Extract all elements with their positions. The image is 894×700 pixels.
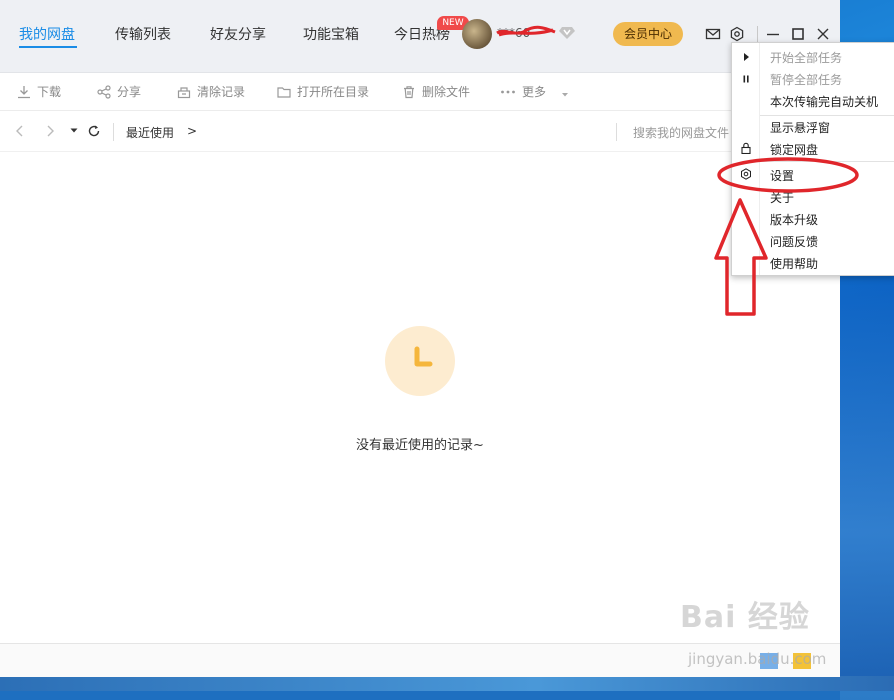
forward-arrow-icon[interactable] — [44, 124, 56, 138]
back-arrow-icon[interactable] — [14, 124, 26, 138]
folder-icon — [277, 87, 291, 98]
menu-item-start-all[interactable]: 开始全部任务 — [770, 49, 842, 66]
tab-transfer-list[interactable]: 传输列表 — [115, 24, 171, 44]
clock-icon — [414, 346, 433, 367]
refresh-icon[interactable] — [87, 124, 101, 138]
settings-gear-icon[interactable] — [729, 26, 745, 42]
open-folder-button[interactable]: 打开所在目录 — [277, 83, 369, 100]
file-toolbar: 下载 分享 清除记录 打开所在目录 删除文件 更多 — [0, 72, 840, 111]
path-bar: 最近使用 > 搜索我的网盘文件 — [0, 111, 840, 152]
breadcrumb[interactable]: 最近使用 — [126, 124, 174, 141]
menu-separator — [760, 161, 894, 162]
top-nav-bar: 我的网盘 传输列表 好友分享 功能宝箱 今日热榜 NEW ***60 会员中心 — [0, 0, 840, 73]
search-divider — [616, 123, 617, 141]
menu-item-help[interactable]: 使用帮助 — [770, 255, 818, 272]
trash-icon — [404, 86, 414, 99]
window-controls-divider — [757, 26, 758, 42]
download-label: 下载 — [37, 85, 62, 99]
menu-item-settings[interactable]: 设置 — [770, 167, 794, 184]
watermark-url: jingyan.baidu.com — [688, 650, 827, 668]
share-label: 分享 — [117, 85, 142, 99]
more-dots-icon — [501, 90, 515, 94]
pause-icon — [743, 75, 749, 83]
active-tab-indicator — [19, 46, 77, 48]
menu-separator — [760, 115, 894, 116]
tab-my-disk[interactable]: 我的网盘 — [19, 24, 75, 44]
mail-icon[interactable] — [705, 26, 721, 42]
tab-toolbox[interactable]: 功能宝箱 — [303, 24, 359, 44]
menu-item-auto-shutdown[interactable]: 本次传输完自动关机 — [770, 93, 878, 110]
minimize-icon[interactable] — [765, 26, 781, 42]
clear-records-button[interactable]: 清除记录 — [177, 83, 245, 100]
vip-center-button[interactable]: 会员中心 — [613, 22, 683, 46]
delete-file-button[interactable]: 删除文件 — [402, 83, 470, 100]
menu-item-feedback[interactable]: 问题反馈 — [770, 233, 818, 250]
menu-item-lock-disk[interactable]: 锁定网盘 — [770, 141, 818, 158]
history-dropdown-icon[interactable] — [69, 127, 79, 135]
breadcrumb-separator: > — [187, 124, 198, 138]
avatar[interactable] — [462, 19, 492, 49]
more-label: 更多 — [522, 85, 547, 99]
close-icon[interactable] — [815, 26, 831, 42]
settings-menu: 开始全部任务 暂停全部任务 本次传输完自动关机 显示悬浮窗 锁定网盘 设置 关于… — [731, 42, 894, 276]
menu-item-floating-window[interactable]: 显示悬浮窗 — [770, 119, 830, 136]
tab-friend-share[interactable]: 好友分享 — [210, 24, 266, 44]
play-icon — [744, 53, 749, 61]
chevron-down-icon — [561, 93, 568, 97]
empty-state-message: 没有最近使用的记录~ — [356, 438, 484, 453]
delete-label: 删除文件 — [422, 85, 471, 99]
app-window: 我的网盘 传输列表 好友分享 功能宝箱 今日热榜 NEW ***60 会员中心 — [0, 0, 840, 677]
gear-icon — [741, 168, 751, 180]
taskbar — [0, 676, 894, 691]
search-input[interactable]: 搜索我的网盘文件 — [633, 124, 729, 141]
watermark-logo: Bai 经验 — [680, 600, 810, 635]
clear-icon — [177, 87, 191, 99]
clear-label: 清除记录 — [197, 85, 246, 99]
path-divider — [113, 123, 114, 141]
more-button[interactable]: 更多 — [500, 83, 576, 100]
lock-icon — [741, 142, 751, 154]
redaction-scribble — [496, 25, 556, 37]
share-icon — [97, 85, 111, 99]
menu-item-about[interactable]: 关于 — [770, 189, 794, 206]
clock-empty-icon — [385, 326, 455, 396]
menu-item-upgrade[interactable]: 版本升级 — [770, 211, 818, 228]
share-button[interactable]: 分享 — [97, 83, 141, 100]
download-icon — [18, 86, 30, 99]
diamond-icon[interactable] — [559, 26, 575, 40]
open-folder-label: 打开所在目录 — [297, 85, 370, 99]
download-button[interactable]: 下载 — [17, 83, 61, 100]
maximize-icon[interactable] — [790, 26, 806, 42]
menu-item-pause-all[interactable]: 暂停全部任务 — [770, 71, 842, 88]
